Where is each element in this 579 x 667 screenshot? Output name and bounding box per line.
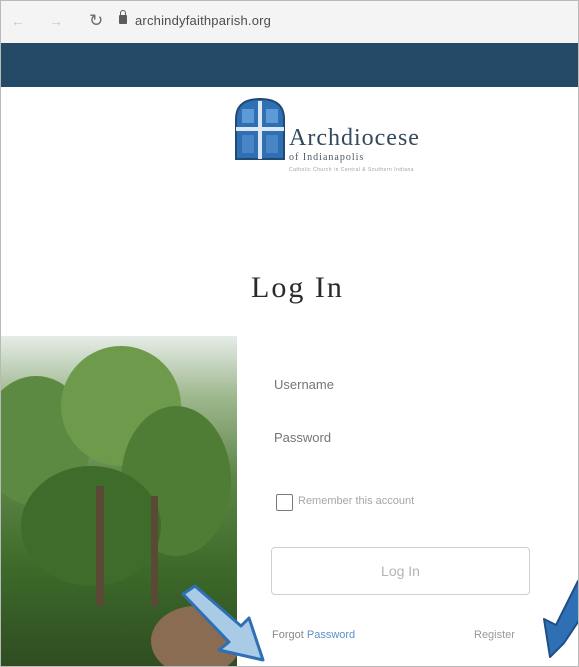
back-arrow-icon[interactable]: ← bbox=[11, 13, 25, 29]
password-input[interactable] bbox=[271, 422, 547, 452]
forgot-prefix: Forgot bbox=[272, 629, 304, 641]
remember-label[interactable]: Remember this account bbox=[298, 495, 414, 507]
logo-name: Archdiocese bbox=[289, 125, 420, 151]
archdiocese-logo: Archdiocese of Indianapolis Catholic Chu… bbox=[234, 97, 459, 183]
logo-subtitle: of Indianapolis bbox=[289, 152, 365, 163]
browser-address-bar: ← → ↻ archindyfaithparish.org bbox=[1, 1, 578, 44]
forgot-password-link[interactable]: Forgot Password bbox=[272, 629, 355, 641]
forward-arrow-icon[interactable]: → bbox=[49, 13, 63, 29]
stained-glass-window-icon bbox=[235, 97, 285, 160]
logo-tagline: Catholic Church in Central & Southern In… bbox=[289, 167, 415, 173]
site-header-band bbox=[1, 43, 578, 87]
browser-window: ← → ↻ archindyfaithparish.org Archdioces… bbox=[0, 0, 579, 667]
lock-icon bbox=[119, 10, 127, 24]
page-title: Log In bbox=[251, 271, 344, 304]
annotation-arrow-icon bbox=[181, 584, 265, 662]
annotation-arrow-icon bbox=[543, 580, 578, 658]
register-link[interactable]: Register bbox=[474, 629, 515, 641]
username-input[interactable] bbox=[271, 369, 547, 399]
login-button[interactable]: Log In bbox=[271, 547, 530, 595]
reload-icon[interactable]: ↻ bbox=[89, 11, 103, 31]
forgot-password-text[interactable]: Password bbox=[307, 629, 355, 641]
remember-checkbox[interactable] bbox=[276, 494, 293, 511]
url-text[interactable]: archindyfaithparish.org bbox=[135, 13, 271, 28]
